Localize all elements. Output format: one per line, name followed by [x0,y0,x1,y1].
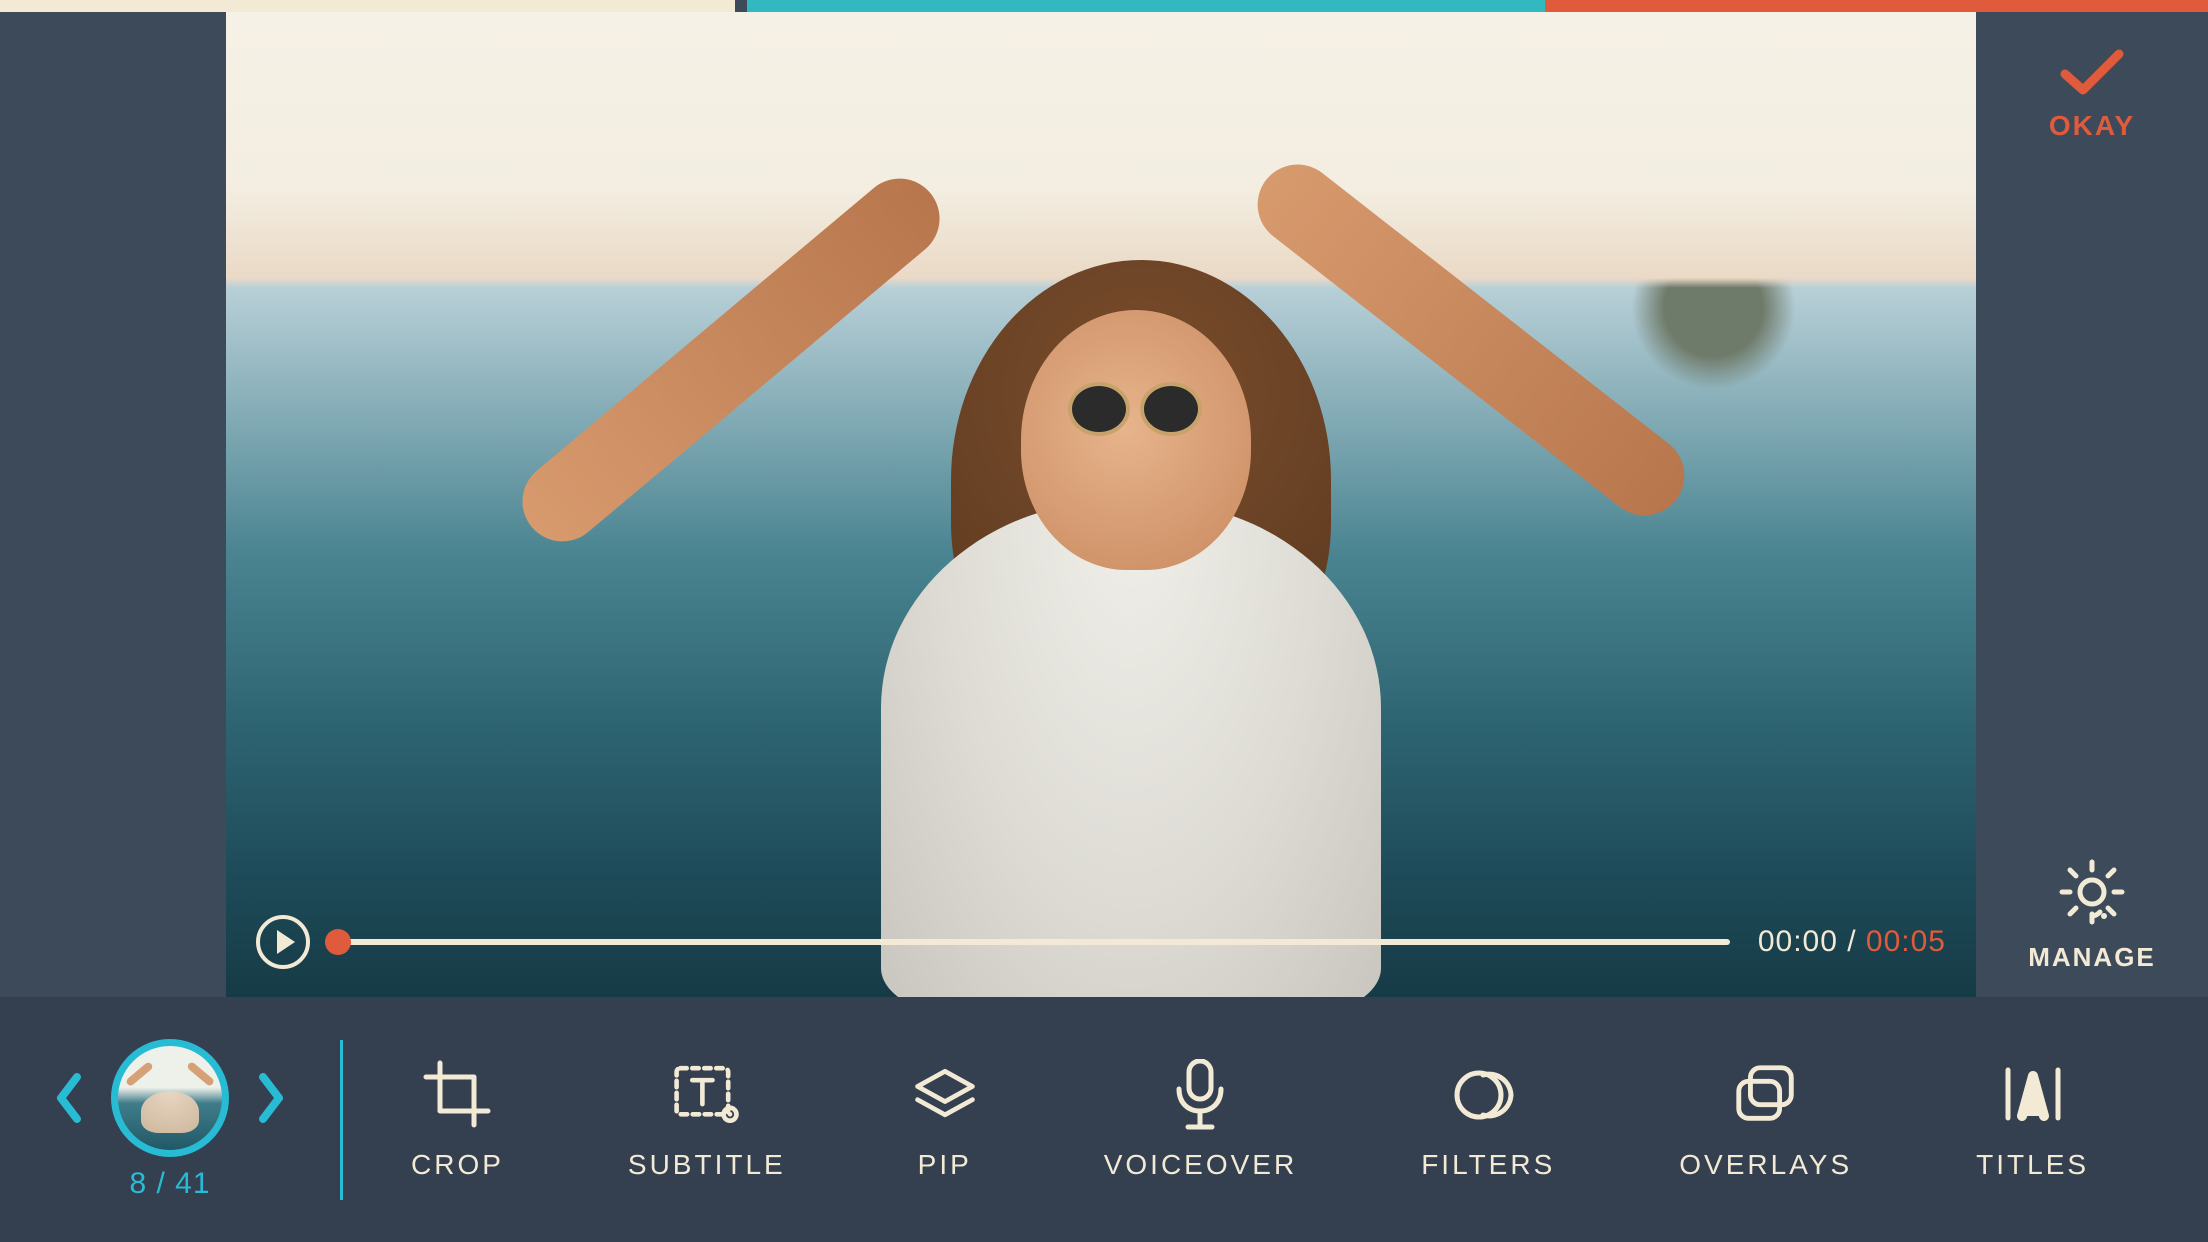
playback-bar: 00:00 / 00:05 [256,915,1946,969]
time-total: 00:05 [1866,925,1946,958]
bottom-toolbar: 8 / 41 CROP SUBTI [0,997,2208,1242]
strip-segment-teal [747,0,1545,12]
time-current: 00:00 [1758,925,1838,958]
clip-thumbnail[interactable] [111,1039,229,1157]
tool-overlays[interactable]: OVERLAYS [1679,1059,1852,1181]
strip-gap [735,0,747,12]
play-button[interactable] [256,915,310,969]
tool-label: PIP [918,1149,972,1181]
seek-track[interactable] [338,939,1730,945]
right-column: OKAY MANAGE [1976,12,2208,997]
progress-strip [0,0,2208,12]
video-preview[interactable]: 00:00 / 00:05 [226,12,1976,997]
tools-row: CROP SUBTITLE PIP [351,1059,2208,1181]
microphone-icon [1165,1059,1235,1129]
next-clip-button[interactable] [253,1071,289,1125]
clip-navigator: 8 / 41 [0,997,340,1242]
play-icon [277,930,295,954]
gear-icon [2056,856,2128,928]
crop-icon [422,1059,492,1129]
tool-label: OVERLAYS [1679,1149,1852,1181]
time-readout: 00:00 / 00:05 [1758,925,1946,959]
tool-titles[interactable]: TITLES [1976,1059,2089,1181]
tool-label: FILTERS [1421,1149,1555,1181]
check-icon [2059,48,2125,98]
preview-frame-image [226,12,1976,997]
tool-subtitle[interactable]: SUBTITLE [628,1059,786,1181]
okay-label: OKAY [2049,110,2135,142]
seek-handle[interactable] [325,929,351,955]
toolbar-divider [340,1040,343,1200]
left-padding [0,12,226,997]
titles-icon [1998,1059,2068,1129]
tool-label: TITLES [1976,1149,2089,1181]
tool-label: VOICEOVER [1104,1149,1297,1181]
tool-crop[interactable]: CROP [411,1059,504,1181]
tool-label: SUBTITLE [628,1149,786,1181]
okay-button[interactable]: OKAY [2049,48,2135,142]
overlays-icon [1731,1059,1801,1129]
strip-segment-cream [0,0,735,12]
pip-icon [910,1059,980,1129]
tool-label: CROP [411,1149,504,1181]
tool-filters[interactable]: FILTERS [1421,1059,1555,1181]
time-separator: / [1838,925,1866,958]
tool-voiceover[interactable]: VOICEOVER [1104,1059,1297,1181]
manage-button[interactable]: MANAGE [2028,856,2156,973]
strip-segment-red [1545,0,2208,12]
subtitle-icon [672,1059,742,1129]
prev-clip-button[interactable] [51,1071,87,1125]
clip-counter: 8 / 41 [129,1167,210,1201]
filters-icon [1453,1059,1523,1129]
tool-pip[interactable]: PIP [910,1059,980,1181]
manage-label: MANAGE [2028,942,2156,973]
